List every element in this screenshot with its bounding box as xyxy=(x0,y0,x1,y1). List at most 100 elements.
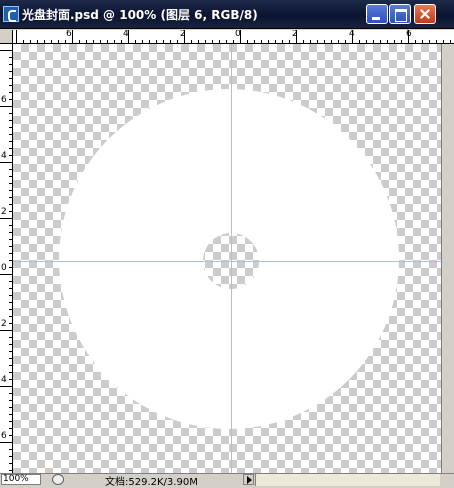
ruler-tick xyxy=(338,40,339,43)
horizontal-guide-line[interactable] xyxy=(13,261,441,262)
minimize-button[interactable] xyxy=(366,4,388,24)
ruler-tick xyxy=(9,449,12,450)
ruler-tick xyxy=(128,30,129,43)
ruler-tick xyxy=(9,379,12,380)
ruler-label: 2 xyxy=(1,319,7,329)
ruler-tick xyxy=(9,365,12,366)
ruler-tick xyxy=(436,40,437,43)
ruler-tick xyxy=(9,78,12,79)
ruler-tick xyxy=(9,414,12,415)
ruler-tick xyxy=(0,330,12,331)
ruler-tick xyxy=(0,442,12,443)
ruler-tick xyxy=(9,141,12,142)
ruler-tick xyxy=(205,40,206,43)
ruler-tick xyxy=(9,169,12,170)
ruler-tick xyxy=(212,40,213,43)
ruler-tick xyxy=(296,30,297,43)
ruler-tick xyxy=(9,183,12,184)
ruler-tick xyxy=(9,113,12,114)
vertical-ruler[interactable]: 6 4 2 0 2 4 6 xyxy=(0,44,13,473)
ruler-tick xyxy=(226,40,227,43)
ruler-tick xyxy=(303,40,304,43)
ruler-tick xyxy=(9,456,12,457)
ruler-tick xyxy=(331,40,332,43)
vertical-scrollbar[interactable] xyxy=(441,44,454,473)
horizontal-scrollbar[interactable] xyxy=(255,474,440,486)
ruler-tick xyxy=(51,40,52,43)
ruler-tick xyxy=(9,295,12,296)
maximize-icon xyxy=(395,9,407,22)
ruler-tick xyxy=(450,40,451,43)
ruler-label: 2 xyxy=(1,207,7,217)
ruler-tick xyxy=(9,204,12,205)
ruler-tick xyxy=(9,85,12,86)
ruler-tick xyxy=(30,40,31,43)
ruler-tick xyxy=(9,309,12,310)
ruler-tick xyxy=(135,40,136,43)
horizontal-ruler[interactable]: 6 4 2 0 2 4 6 xyxy=(13,30,454,44)
ruler-tick xyxy=(422,40,423,43)
ruler-tick xyxy=(9,400,12,401)
ruler-tick xyxy=(177,40,178,43)
ruler-label: 4 xyxy=(1,151,7,161)
ruler-tick xyxy=(44,40,45,43)
ruler-tick xyxy=(345,40,346,43)
ruler-tick xyxy=(65,40,66,43)
ruler-tick xyxy=(23,40,24,43)
ruler-tick xyxy=(184,30,185,43)
ruler-tick xyxy=(9,358,12,359)
ruler-tick xyxy=(79,40,80,43)
ruler-label: 6 xyxy=(66,30,72,39)
ruler-tick xyxy=(219,40,220,43)
ruler-tick xyxy=(9,428,12,429)
ruler-tick xyxy=(254,40,255,43)
minimize-icon xyxy=(372,17,380,20)
ruler-tick xyxy=(163,40,164,43)
ruler-tick xyxy=(401,40,402,43)
ruler-tick xyxy=(317,40,318,43)
ruler-tick xyxy=(366,40,367,43)
ruler-tick xyxy=(9,337,12,338)
ruler-tick xyxy=(9,57,12,58)
status-menu-icon[interactable] xyxy=(52,474,64,485)
ruler-tick xyxy=(380,40,381,43)
ruler-tick xyxy=(9,99,12,100)
ruler-tick xyxy=(0,50,12,51)
ruler-tick xyxy=(9,407,12,408)
ruler-tick xyxy=(9,120,12,121)
photoshop-document-icon xyxy=(3,6,19,22)
ruler-tick xyxy=(387,40,388,43)
ruler-tick xyxy=(100,40,101,43)
ruler-tick xyxy=(9,225,12,226)
ruler-tick xyxy=(9,190,12,191)
ruler-tick xyxy=(394,40,395,43)
ruler-tick xyxy=(9,71,12,72)
zoom-level-field[interactable]: 100% xyxy=(1,474,41,485)
ruler-tick xyxy=(247,40,248,43)
ruler-tick xyxy=(373,40,374,43)
document-canvas[interactable] xyxy=(13,44,441,473)
ruler-tick xyxy=(121,40,122,43)
ruler-tick xyxy=(170,40,171,43)
status-menu-arrow-button[interactable] xyxy=(243,474,254,485)
vertical-guide-line[interactable] xyxy=(231,44,232,473)
ruler-tick xyxy=(9,344,12,345)
ruler-tick xyxy=(16,30,17,43)
title-bar[interactable]: 光盘封面.psd @ 100% (图层 6, RGB/8) xyxy=(0,0,454,29)
ruler-tick xyxy=(9,246,12,247)
ruler-tick xyxy=(233,40,234,43)
ruler-tick xyxy=(86,40,87,43)
ruler-tick xyxy=(107,40,108,43)
close-button[interactable] xyxy=(414,4,436,24)
ruler-tick xyxy=(93,40,94,43)
ruler-tick xyxy=(9,393,12,394)
ruler-tick xyxy=(310,40,311,43)
maximize-button[interactable] xyxy=(389,4,411,24)
ruler-tick xyxy=(37,40,38,43)
ruler-tick xyxy=(324,40,325,43)
ruler-tick xyxy=(9,134,12,135)
ruler-tick xyxy=(9,64,12,65)
ruler-tick xyxy=(58,40,59,43)
ruler-tick xyxy=(114,40,115,43)
ruler-origin-corner[interactable] xyxy=(0,30,13,44)
